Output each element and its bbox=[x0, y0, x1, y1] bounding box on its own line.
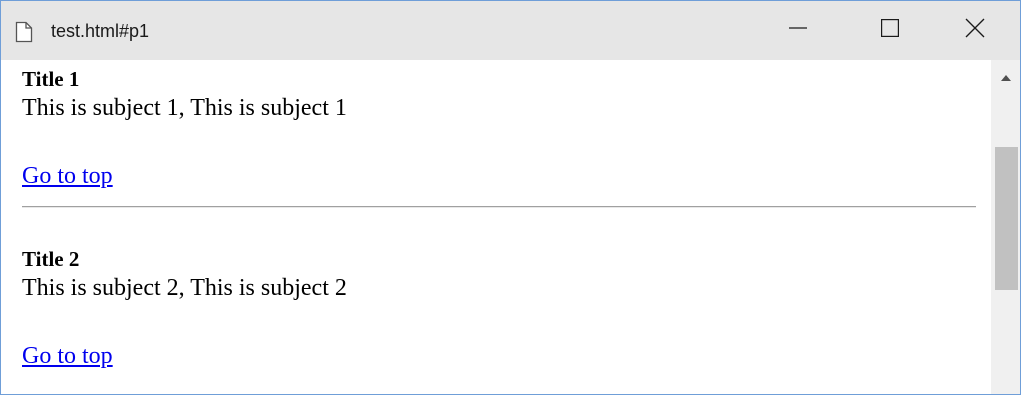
section-body: This is subject 2, This is subject 2 bbox=[22, 275, 347, 301]
maximize-icon bbox=[881, 19, 899, 42]
go-to-top-link[interactable]: Go to top bbox=[22, 161, 113, 191]
scrollbar-thumb[interactable] bbox=[995, 147, 1018, 290]
vertical-scrollbar[interactable] bbox=[991, 60, 1020, 394]
section-divider bbox=[22, 206, 976, 208]
section-2: Title 2 This is subject 2, This is subje… bbox=[22, 245, 977, 371]
window-title: test.html#p1 bbox=[51, 21, 150, 41]
close-button[interactable] bbox=[929, 1, 1020, 60]
close-icon bbox=[965, 18, 985, 43]
scroll-up-arrow-icon bbox=[1000, 68, 1011, 86]
go-to-top-link[interactable]: Go to top bbox=[22, 341, 113, 371]
browser-window: test.html#p1 Title 1 This is subject 1, … bbox=[0, 0, 1021, 395]
section-1: Title 1 This is subject 1, This is subje… bbox=[22, 65, 977, 191]
minimize-icon bbox=[789, 19, 807, 42]
page-content: Title 1 This is subject 1, This is subje… bbox=[22, 65, 977, 371]
scroll-up-button[interactable] bbox=[991, 60, 1020, 94]
title-bar[interactable]: test.html#p1 bbox=[1, 1, 1020, 60]
section-title: Title 2 bbox=[22, 247, 80, 271]
document-icon bbox=[15, 21, 33, 43]
section-body: This is subject 1, This is subject 1 bbox=[22, 95, 347, 121]
minimize-button[interactable] bbox=[752, 1, 844, 60]
maximize-button[interactable] bbox=[844, 1, 936, 60]
section-title: Title 1 bbox=[22, 67, 80, 91]
page-viewport[interactable]: Title 1 This is subject 1, This is subje… bbox=[1, 60, 991, 394]
